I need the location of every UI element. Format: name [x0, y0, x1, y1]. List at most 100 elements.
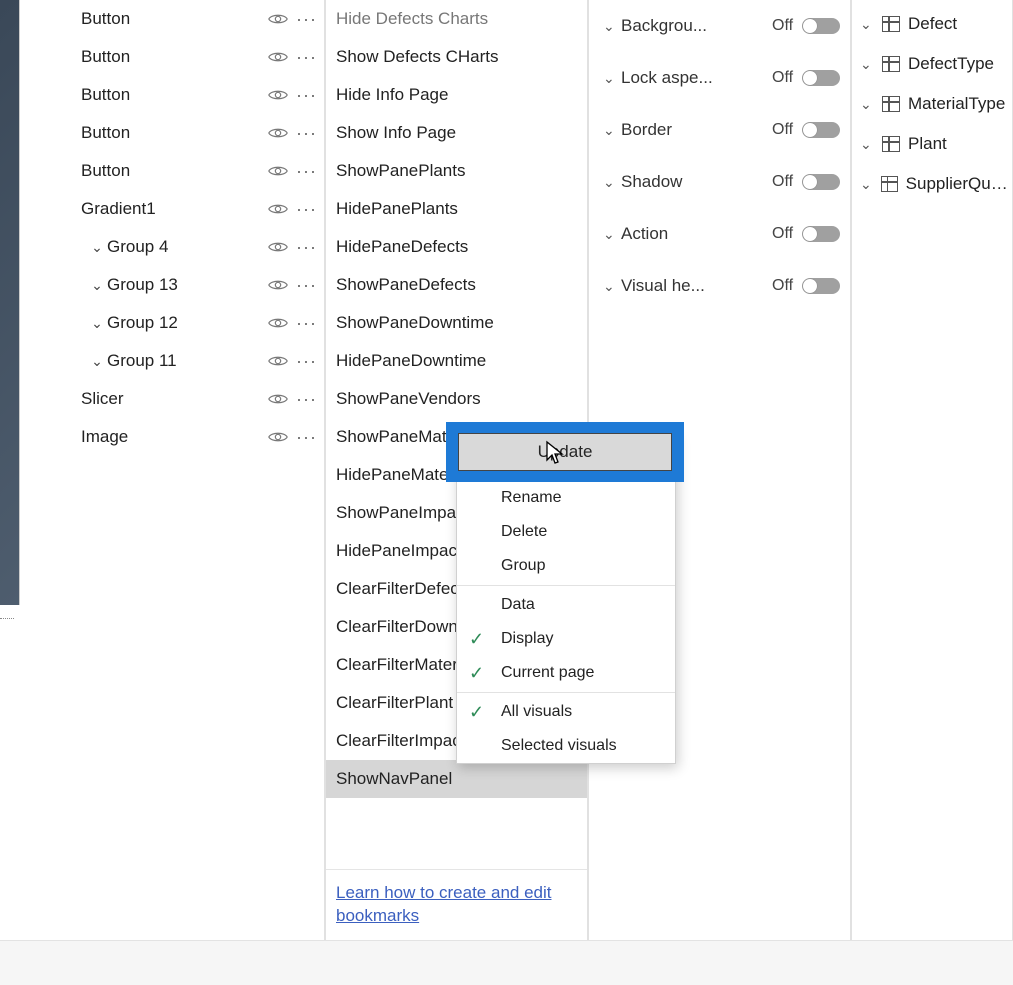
field-table-row[interactable]: ⌄DefectType: [852, 44, 1012, 84]
more-options-icon[interactable]: ···: [296, 237, 316, 258]
format-property-row[interactable]: ⌄Visual he...Off: [589, 260, 850, 312]
chevron-down-icon[interactable]: ⌄: [87, 239, 107, 256]
bookmark-item[interactable]: ShowPanePlants: [326, 152, 587, 190]
chevron-down-icon[interactable]: ⌄: [603, 70, 621, 87]
toggle-switch[interactable]: [802, 226, 840, 242]
chevron-down-icon[interactable]: ⌄: [603, 226, 621, 243]
context-menu-item[interactable]: ✓Current page: [457, 656, 675, 690]
context-menu-item[interactable]: Selected visuals: [457, 729, 675, 763]
selection-item-label: Button: [81, 47, 266, 67]
format-property-row[interactable]: ⌄ActionOff: [589, 208, 850, 260]
toggle-switch[interactable]: [802, 70, 840, 86]
format-property-row[interactable]: ⌄Backgrou...Off: [589, 0, 850, 52]
toggle-switch[interactable]: [802, 278, 840, 294]
toggle-switch[interactable]: [802, 174, 840, 190]
selection-item[interactable]: Gradient1···: [65, 190, 324, 228]
context-menu-item-update[interactable]: Update: [458, 433, 672, 471]
visibility-eye-icon[interactable]: [266, 83, 290, 107]
context-menu-item[interactable]: Data: [457, 588, 675, 622]
more-options-icon[interactable]: ···: [296, 389, 316, 410]
context-menu-item-label: Data: [501, 596, 535, 614]
bookmark-item[interactable]: Hide Defects Charts: [326, 0, 587, 38]
format-property-row[interactable]: ⌄ShadowOff: [589, 156, 850, 208]
context-menu-item[interactable]: Rename: [457, 481, 675, 515]
chevron-down-icon[interactable]: ⌄: [860, 56, 874, 73]
format-property-state: Off: [772, 173, 802, 191]
visibility-eye-icon[interactable]: [266, 387, 290, 411]
bookmarks-learn-link[interactable]: Learn how to create and edit bookmarks: [336, 882, 577, 928]
more-options-icon[interactable]: ···: [296, 275, 316, 296]
visibility-eye-icon[interactable]: [266, 425, 290, 449]
selection-item[interactable]: Image···: [65, 418, 324, 456]
more-options-icon[interactable]: ···: [296, 47, 316, 68]
field-table-row[interactable]: ⌄ MaterialType: [852, 84, 1012, 124]
visibility-eye-icon[interactable]: [266, 121, 290, 145]
more-options-icon[interactable]: ···: [296, 9, 316, 30]
visibility-eye-icon[interactable]: [266, 235, 290, 259]
selection-item[interactable]: Button···: [65, 114, 324, 152]
selection-item[interactable]: Button···: [65, 152, 324, 190]
bookmark-item[interactable]: HidePaneDefects: [326, 228, 587, 266]
chevron-down-icon[interactable]: ⌄: [860, 16, 874, 33]
bookmark-item[interactable]: HidePanePlants: [326, 190, 587, 228]
more-options-icon[interactable]: ···: [296, 351, 316, 372]
context-menu-item[interactable]: Delete: [457, 515, 675, 549]
visibility-eye-icon[interactable]: [266, 273, 290, 297]
chevron-down-icon[interactable]: ⌄: [87, 315, 107, 332]
chevron-down-icon[interactable]: ⌄: [87, 277, 107, 294]
bookmark-item-label: ClearFilterDefect: [336, 579, 464, 599]
format-property-row[interactable]: ⌄BorderOff: [589, 104, 850, 156]
visibility-eye-icon[interactable]: [266, 159, 290, 183]
more-options-icon[interactable]: ···: [296, 161, 316, 182]
field-table-row[interactable]: ⌄Defect: [852, 4, 1012, 44]
bookmark-item-label: ShowPaneImpact: [336, 503, 469, 523]
bookmark-item[interactable]: HidePaneDowntime: [326, 342, 587, 380]
more-options-icon[interactable]: ···: [296, 199, 316, 220]
selection-item[interactable]: ⌄Group 4···: [65, 228, 324, 266]
bookmark-item[interactable]: ShowNavPanel: [326, 760, 587, 798]
visibility-eye-icon[interactable]: [266, 311, 290, 335]
chevron-down-icon[interactable]: ⌄: [860, 136, 874, 153]
bookmark-item[interactable]: Show Info Page: [326, 114, 587, 152]
more-options-icon[interactable]: ···: [296, 123, 316, 144]
toggle-switch[interactable]: [802, 18, 840, 34]
field-table-label: MaterialType: [908, 94, 1005, 114]
selection-item[interactable]: Button···: [65, 0, 324, 38]
format-property-label: Border: [621, 120, 772, 140]
context-menu-item-label: Group: [501, 557, 545, 575]
bookmark-item[interactable]: ShowPaneDowntime: [326, 304, 587, 342]
bookmark-item[interactable]: ShowPaneVendors: [326, 380, 587, 418]
selection-item[interactable]: ⌄Group 13···: [65, 266, 324, 304]
format-property-row[interactable]: ⌄Lock aspe...Off: [589, 52, 850, 104]
toggle-switch[interactable]: [802, 122, 840, 138]
bookmark-item[interactable]: ShowPaneDefects: [326, 266, 587, 304]
chevron-down-icon[interactable]: ⌄: [603, 122, 621, 139]
field-table-row[interactable]: ⌄SupplierQuality: [852, 164, 1012, 204]
visibility-eye-icon[interactable]: [266, 45, 290, 69]
selection-item[interactable]: ⌄Group 11···: [65, 342, 324, 380]
fields-pane: ⌄Defect⌄DefectType⌄MaterialType⌄Plant⌄Su…: [851, 0, 1013, 940]
context-menu-item[interactable]: Group: [457, 549, 675, 583]
more-options-icon[interactable]: ···: [296, 427, 316, 448]
selection-item[interactable]: Slicer···: [65, 380, 324, 418]
chevron-down-icon[interactable]: ⌄: [603, 174, 621, 191]
chevron-down-icon[interactable]: ⌄: [603, 18, 621, 35]
visibility-eye-icon[interactable]: [266, 349, 290, 373]
chevron-down-icon[interactable]: ⌄: [860, 176, 873, 193]
visibility-eye-icon[interactable]: [266, 7, 290, 31]
chevron-down-icon[interactable]: ⌄: [603, 278, 621, 295]
visibility-eye-icon[interactable]: [266, 197, 290, 221]
field-table-row[interactable]: ⌄Plant: [852, 124, 1012, 164]
bookmark-item[interactable]: Show Defects CHarts: [326, 38, 587, 76]
context-menu-item[interactable]: ✓Display: [457, 622, 675, 656]
selection-item[interactable]: Button ···: [65, 38, 324, 76]
more-options-icon[interactable]: ···: [296, 85, 316, 106]
more-options-icon[interactable]: ···: [296, 313, 316, 334]
bookmark-item[interactable]: Hide Info Page: [326, 76, 587, 114]
chevron-down-icon[interactable]: ⌄: [87, 353, 107, 370]
selection-item[interactable]: Button···: [65, 76, 324, 114]
chevron-down-icon[interactable]: ⌄: [860, 96, 874, 113]
selection-item[interactable]: ⌄Group 12···: [65, 304, 324, 342]
context-menu-item[interactable]: ✓All visuals: [457, 695, 675, 729]
format-property-label: Backgrou...: [621, 16, 772, 36]
